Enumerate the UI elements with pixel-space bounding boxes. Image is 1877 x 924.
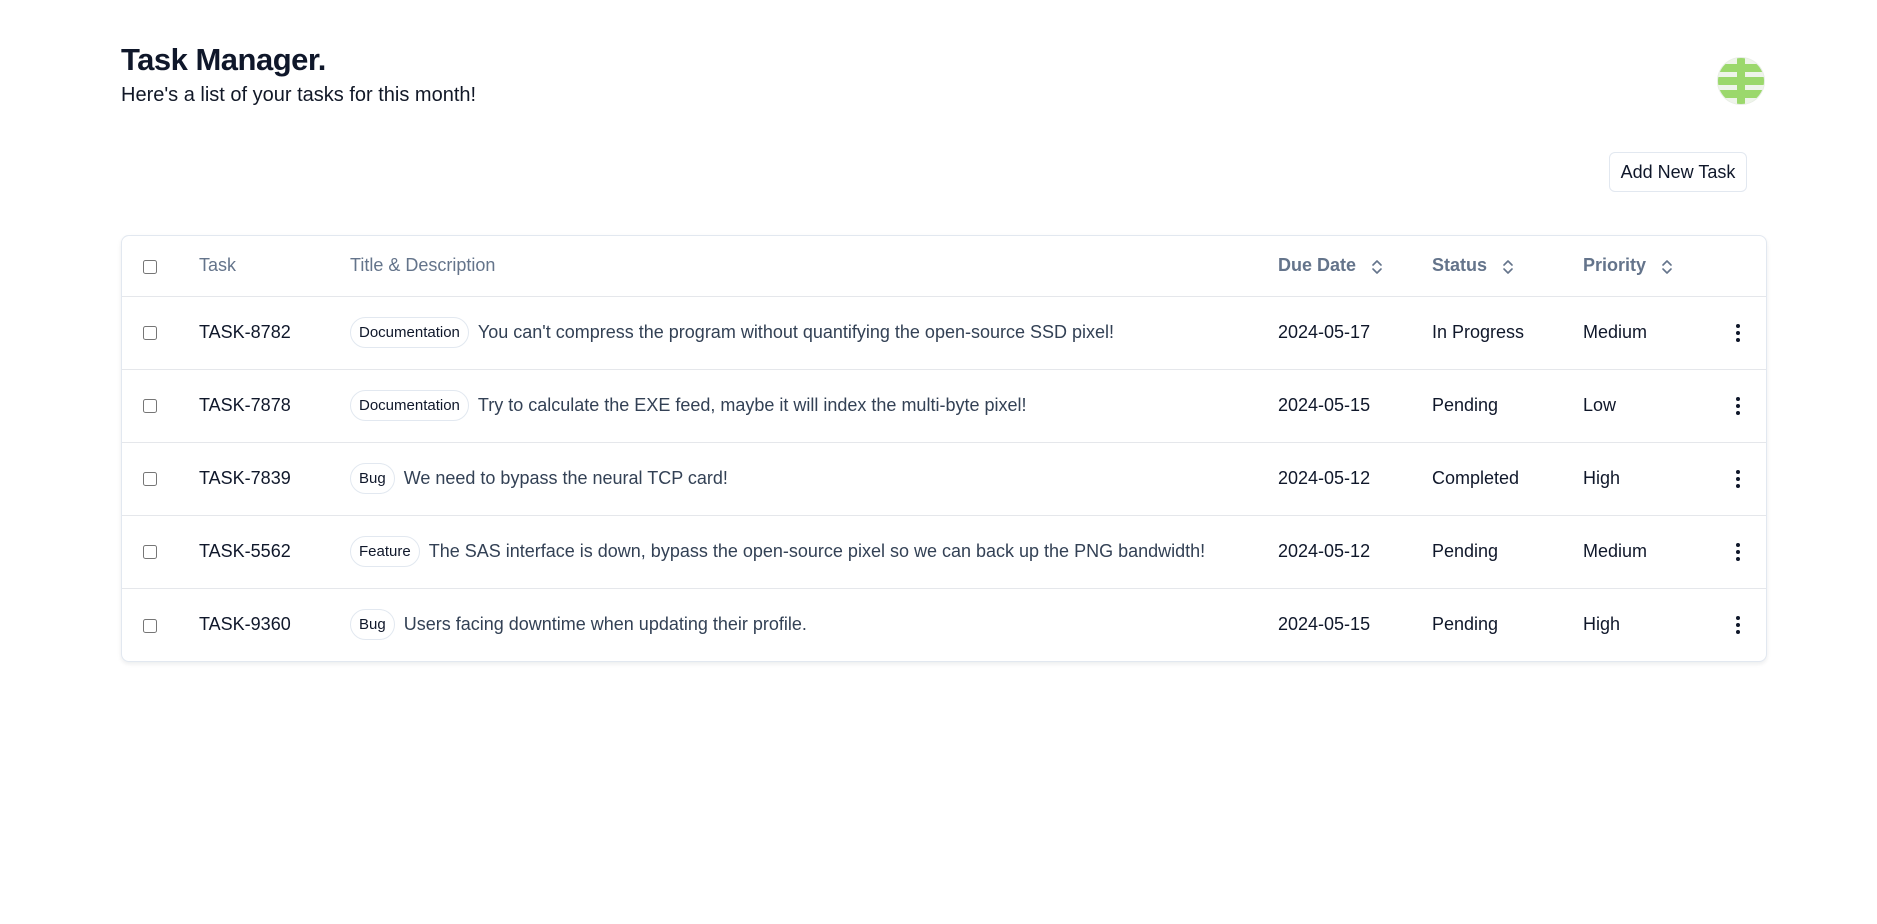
status: In Progress: [1432, 322, 1525, 342]
page-title: Task Manager.: [121, 42, 326, 77]
status: Completed: [1432, 468, 1520, 488]
status: Pending: [1432, 395, 1499, 415]
vertical-ellipsis-icon[interactable]: [1726, 394, 1750, 418]
vertical-ellipsis-icon[interactable]: [1726, 613, 1750, 637]
select-all-cell: [122, 236, 199, 296]
label-badge: Bug: [350, 609, 395, 641]
due-date: 2024-05-15: [1278, 614, 1371, 635]
tasks-table: Task Title & Description Due Date Status: [121, 235, 1767, 662]
task-id: TASK-7878: [199, 395, 291, 415]
page-subtitle: Here's a list of your tasks for this mon…: [121, 84, 477, 106]
title-cell: Documentation You can't compress the prog…: [350, 296, 1278, 369]
table-row: TASK-5562 Feature The SAS interface is do…: [122, 515, 1766, 588]
label-badge: Feature: [350, 536, 420, 567]
column-header-title: Title & Description: [350, 255, 496, 276]
status: Pending: [1432, 614, 1499, 635]
task-id: TASK-8782: [199, 322, 291, 342]
due-date: 2024-05-15: [1278, 395, 1371, 415]
task-title: We need to bypass the neural TCP card!: [403, 468, 728, 488]
priority: High: [1583, 614, 1621, 635]
column-header-due-date-label: Due Date: [1278, 255, 1357, 276]
status: Pending: [1432, 541, 1499, 561]
add-new-task-button[interactable]: Add New Task: [1609, 152, 1747, 192]
chevron-up-down-icon: [1503, 259, 1513, 274]
avatar-pattern-icon: [1718, 58, 1764, 104]
column-header-actions: [1723, 236, 1766, 296]
column-header-priority-label: Priority: [1583, 255, 1647, 276]
row-actions-cell: [1723, 515, 1766, 588]
title-cell: Bug We need to bypass the neural TCP card…: [350, 442, 1278, 515]
due-date: 2024-05-17: [1278, 322, 1371, 342]
chevron-up-down-icon: [1662, 259, 1672, 274]
task-id: TASK-9360: [199, 614, 291, 635]
priority: Medium: [1583, 322, 1648, 342]
task-title: Try to calculate the EXE feed, maybe it …: [477, 395, 1027, 415]
row-actions-cell: [1723, 369, 1766, 442]
due-date: 2024-05-12: [1278, 468, 1371, 488]
table-row: TASK-8782 Documentation You can't compres…: [122, 296, 1766, 369]
select-all-checkbox[interactable]: [143, 259, 157, 274]
column-header-status-label: Status: [1432, 255, 1488, 276]
vertical-ellipsis-icon[interactable]: [1726, 540, 1750, 564]
row-actions-cell: [1723, 442, 1766, 515]
label-badge: Bug: [350, 463, 395, 494]
task-title: Users facing downtime when updating thei…: [403, 614, 807, 635]
table-header-row: Task Title & Description Due Date Status: [122, 236, 1766, 296]
title-cell: Feature The SAS interface is down, bypass…: [350, 515, 1278, 588]
column-header-task: Task: [199, 255, 237, 276]
table-row: TASK-7839 Bug We need to bypass the neura…: [122, 442, 1766, 515]
priority: Low: [1583, 395, 1617, 415]
vertical-ellipsis-icon[interactable]: [1726, 321, 1750, 345]
row-checkbox[interactable]: [143, 618, 157, 633]
column-header-priority[interactable]: Priority: [1583, 236, 1723, 296]
task-manager-page: Task Manager. Here's a list of your task…: [0, 0, 1877, 924]
column-header-due-date[interactable]: Due Date: [1278, 236, 1432, 296]
task-id: TASK-5562: [199, 541, 291, 561]
task-title: You can't compress the program without q…: [477, 322, 1115, 342]
task-id: TASK-7839: [199, 468, 291, 488]
due-date: 2024-05-12: [1278, 541, 1371, 561]
title-cell: Bug Users facing downtime when updating t…: [350, 588, 1278, 661]
task-title: The SAS interface is down, bypass the op…: [428, 541, 1206, 561]
row-checkbox[interactable]: [143, 472, 157, 487]
table-row: TASK-9360 Bug Users facing downtime when …: [122, 588, 1766, 661]
row-checkbox[interactable]: [143, 326, 157, 341]
vertical-ellipsis-icon[interactable]: [1726, 467, 1750, 491]
priority: High: [1583, 468, 1621, 488]
label-badge: Documentation: [350, 390, 469, 421]
label-badge: Documentation: [350, 317, 469, 348]
avatar[interactable]: [1718, 58, 1764, 104]
title-cell: Documentation Try to calculate the EXE fe…: [350, 369, 1278, 442]
row-checkbox[interactable]: [143, 399, 157, 414]
row-actions-cell: [1723, 588, 1766, 661]
column-header-status[interactable]: Status: [1432, 236, 1583, 296]
priority: Medium: [1583, 541, 1648, 561]
row-checkbox[interactable]: [143, 545, 157, 560]
chevron-up-down-icon: [1372, 259, 1382, 274]
table-row: TASK-7878 Documentation Try to calculate …: [122, 369, 1766, 442]
row-actions-cell: [1723, 296, 1766, 369]
